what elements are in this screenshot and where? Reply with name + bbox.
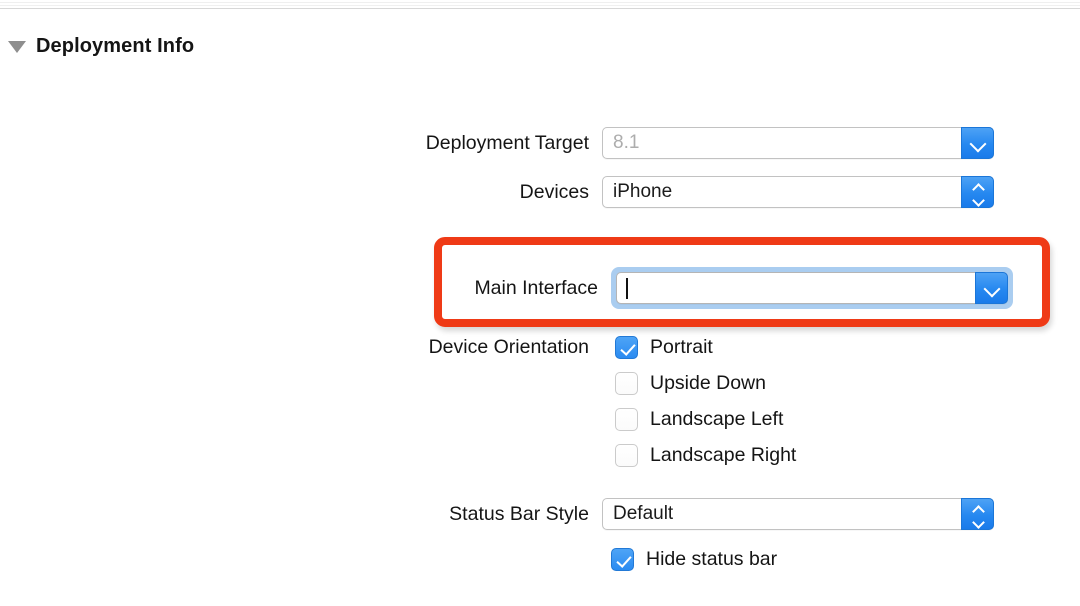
main-interface-combobox[interactable] bbox=[616, 272, 1008, 304]
checkbox-upside-down[interactable]: Upside Down bbox=[615, 372, 766, 395]
status-bar-style-popup-button[interactable]: Default bbox=[602, 498, 994, 530]
checkbox-portrait[interactable]: Portrait bbox=[615, 336, 713, 359]
section-title: Deployment Info bbox=[36, 34, 195, 57]
checkbox-upside-down-label: Upside Down bbox=[650, 372, 766, 394]
top-divider-1 bbox=[0, 2, 1080, 3]
devices-popup-button[interactable]: iPhone bbox=[602, 176, 994, 208]
main-interface-row: Main Interface bbox=[399, 267, 1013, 309]
devices-stepper-button[interactable] bbox=[961, 176, 994, 208]
checkbox-upside-down-box[interactable] bbox=[615, 372, 638, 395]
devices-label: Devices bbox=[519, 180, 589, 203]
main-interface-label: Main Interface bbox=[474, 276, 598, 299]
deployment-target-row: Deployment Target 8.1 bbox=[390, 127, 994, 159]
deployment-info-panel: Deployment Info Deployment Target 8.1 De… bbox=[0, 0, 1080, 606]
top-divider-3 bbox=[0, 8, 1080, 9]
checkbox-portrait-box[interactable] bbox=[615, 336, 638, 359]
checkbox-portrait-label: Portrait bbox=[650, 336, 713, 358]
chevron-down-icon bbox=[972, 194, 984, 203]
deployment-target-value: 8.1 bbox=[613, 132, 640, 153]
status-bar-style-stepper-button[interactable] bbox=[961, 498, 994, 530]
checkbox-landscape-right[interactable]: Landscape Right bbox=[615, 444, 796, 467]
devices-value: iPhone bbox=[613, 181, 673, 202]
checkbox-hide-status-bar[interactable]: Hide status bar bbox=[611, 548, 777, 571]
checkbox-landscape-right-box[interactable] bbox=[615, 444, 638, 467]
checkbox-hide-status-bar-box[interactable] bbox=[611, 548, 634, 571]
chevron-down-icon bbox=[970, 137, 985, 150]
main-interface-dropdown-button[interactable] bbox=[975, 272, 1008, 304]
top-divider-2 bbox=[0, 5, 1080, 6]
chevron-down-icon bbox=[984, 282, 999, 295]
deployment-info-section-header[interactable]: Deployment Info bbox=[8, 30, 194, 62]
triangle-down-icon[interactable] bbox=[8, 41, 26, 53]
chevron-down-icon bbox=[972, 516, 984, 525]
deployment-target-combobox[interactable]: 8.1 bbox=[602, 127, 994, 159]
checkbox-landscape-right-label: Landscape Right bbox=[650, 444, 797, 466]
status-bar-style-row: Status Bar Style Default bbox=[390, 498, 994, 530]
device-orientation-row: Device Orientation bbox=[390, 336, 602, 359]
deployment-target-label: Deployment Target bbox=[425, 131, 589, 154]
checkbox-landscape-left[interactable]: Landscape Left bbox=[615, 408, 783, 431]
text-caret bbox=[626, 277, 628, 299]
main-interface-focus-ring bbox=[611, 267, 1013, 309]
checkbox-landscape-left-box[interactable] bbox=[615, 408, 638, 431]
checkbox-hide-status-bar-label: Hide status bar bbox=[646, 548, 778, 570]
chevron-up-icon bbox=[972, 504, 984, 513]
deployment-target-dropdown-button[interactable] bbox=[961, 127, 994, 159]
status-bar-style-label: Status Bar Style bbox=[449, 502, 589, 525]
status-bar-style-value: Default bbox=[613, 503, 674, 524]
device-orientation-label: Device Orientation bbox=[428, 336, 589, 358]
chevron-up-icon bbox=[972, 182, 984, 191]
checkbox-landscape-left-label: Landscape Left bbox=[650, 408, 784, 430]
devices-row: Devices iPhone bbox=[390, 176, 994, 208]
